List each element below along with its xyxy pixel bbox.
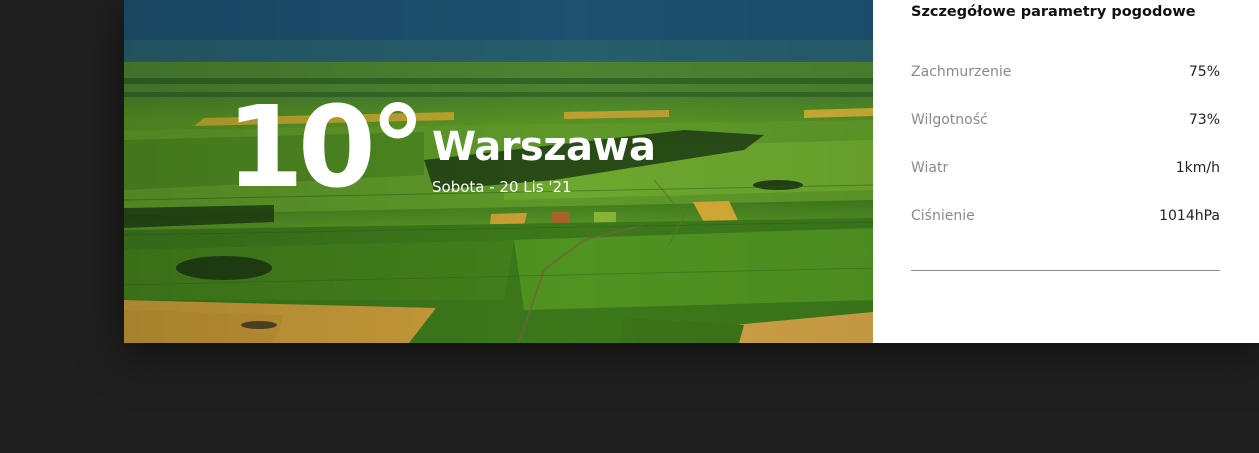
weather-details-panel: Szczegółowe parametry pogodowe Zachmurze… xyxy=(873,0,1259,343)
details-divider xyxy=(911,270,1220,271)
weather-app: 10° Warszawa Sobota - 20 Lis '21 Szczegó… xyxy=(124,0,1259,343)
param-row-humidity: Wilgotność 73% xyxy=(911,112,1220,160)
param-label: Wilgotność xyxy=(911,112,988,128)
param-value: 75% xyxy=(1188,64,1220,80)
param-row-pressure: Ciśnienie 1014hPa xyxy=(911,208,1220,256)
details-title: Szczegółowe parametry pogodowe xyxy=(911,4,1196,20)
weather-hero: 10° Warszawa Sobota - 20 Lis '21 xyxy=(124,0,873,343)
param-row-wind: Wiatr 1km/h xyxy=(911,160,1220,208)
param-value: 1km/h xyxy=(1175,160,1220,176)
date-label: Sobota - 20 Lis '21 xyxy=(432,178,572,196)
param-value: 73% xyxy=(1188,112,1220,128)
params-list: Zachmurzenie 75% Wilgotność 73% Wiatr 1k… xyxy=(911,64,1220,256)
temperature-value: 10° xyxy=(226,83,426,213)
param-label: Wiatr xyxy=(911,160,949,176)
param-value: 1014hPa xyxy=(1159,208,1220,224)
location-block: Warszawa Sobota - 20 Lis '21 xyxy=(432,124,656,196)
city-name: Warszawa xyxy=(432,124,656,170)
param-label: Zachmurzenie xyxy=(911,64,1012,80)
param-row-cloudiness: Zachmurzenie 75% xyxy=(911,64,1220,112)
param-label: Ciśnienie xyxy=(911,208,975,224)
